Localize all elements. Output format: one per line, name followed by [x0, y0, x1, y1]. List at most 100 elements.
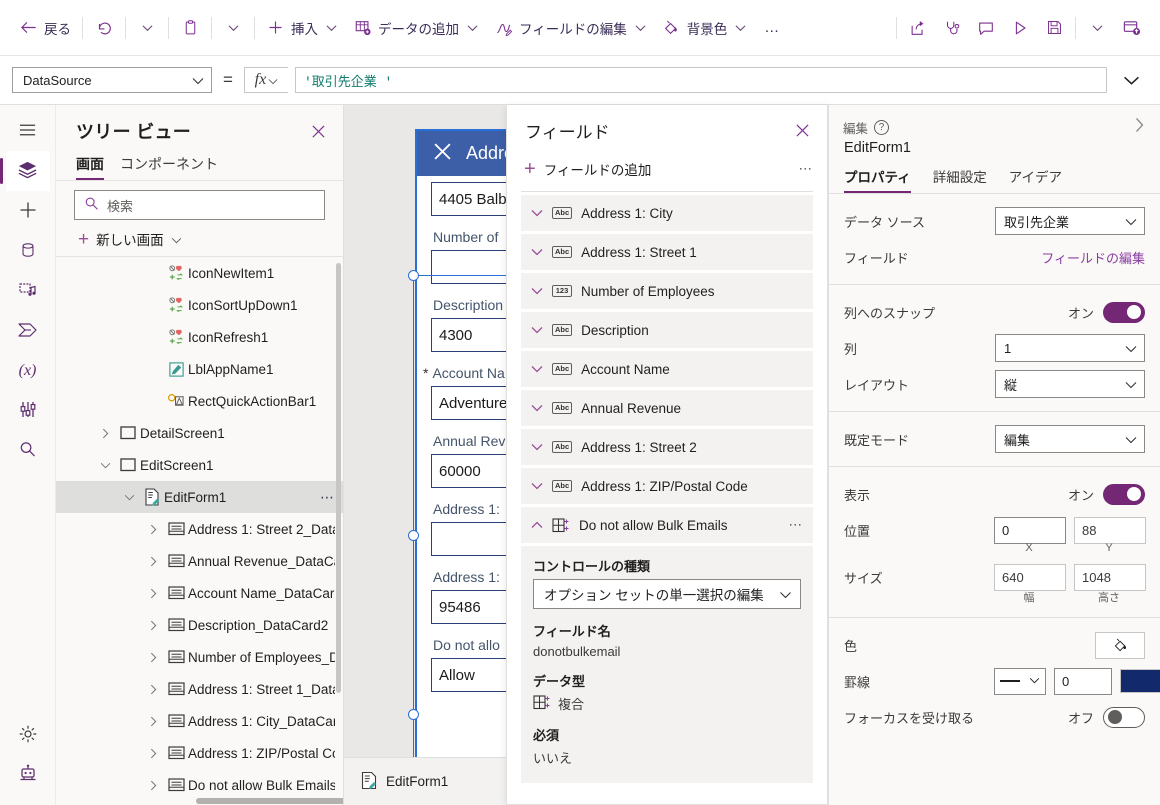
chevron-right-icon[interactable]: [142, 716, 164, 727]
field-list-item[interactable]: AbcAddress 1: ZIP/Postal Code: [521, 468, 813, 504]
tab-components[interactable]: コンポーネント: [120, 154, 218, 180]
chevron-down-icon[interactable]: [530, 404, 543, 412]
sidebar-item-media[interactable]: [6, 271, 50, 311]
field-list-item[interactable]: AbcAddress 1: Street 2: [521, 429, 813, 465]
sidebar-item-app-checker[interactable]: [6, 391, 50, 431]
close-fields-panel-button[interactable]: [791, 120, 813, 142]
tree-node[interactable]: EditForm1⋯: [56, 481, 343, 513]
formula-bar-expand[interactable]: [1114, 65, 1148, 95]
visible-toggle[interactable]: [1103, 484, 1145, 505]
preview-button[interactable]: [1003, 11, 1037, 45]
chevron-down-icon[interactable]: [530, 482, 543, 490]
chevron-right-icon[interactable]: [142, 748, 164, 759]
size-height-input[interactable]: 1048: [1074, 564, 1146, 591]
add-field-ellipsis[interactable]: ⋯: [799, 161, 814, 177]
chevron-right-icon[interactable]: [142, 652, 164, 663]
sidebar-item-tree-view[interactable]: [6, 151, 50, 191]
chevron-down-icon[interactable]: [530, 326, 543, 334]
add-data-button[interactable]: データの追加: [346, 11, 487, 45]
size-width-input[interactable]: 640: [994, 564, 1066, 591]
tree-node[interactable]: RectQuickActionBar1: [56, 385, 343, 417]
chevron-right-icon[interactable]: [142, 620, 164, 631]
resize-handle-middle[interactable]: [408, 530, 419, 541]
tree-node[interactable]: LblAppName1: [56, 353, 343, 385]
border-color-swatch[interactable]: [1120, 669, 1160, 693]
sidebar-item-variables[interactable]: (x): [6, 351, 50, 391]
paste-dropdown[interactable]: [216, 11, 250, 45]
fill-color-button[interactable]: [1095, 632, 1145, 659]
chevron-down-icon[interactable]: [530, 287, 543, 295]
chevron-right-icon[interactable]: [142, 684, 164, 695]
property-selector[interactable]: DataSource: [12, 67, 212, 93]
chevron-down-icon[interactable]: [118, 494, 140, 501]
tree-horizontal-scrollbar[interactable]: [196, 798, 343, 804]
resize-handle-top[interactable]: [408, 270, 419, 281]
tree-node[interactable]: IconNewItem1: [56, 257, 343, 289]
tree-node[interactable]: IconRefresh1: [56, 321, 343, 353]
border-style-select[interactable]: [994, 668, 1046, 695]
tree-node[interactable]: Address 1: Street 1_DataCard2: [56, 673, 343, 705]
close-tree-view-button[interactable]: [307, 120, 329, 142]
position-x-input[interactable]: 0: [994, 517, 1066, 544]
paste-button[interactable]: [173, 11, 207, 45]
chevron-down-icon[interactable]: [530, 443, 543, 451]
field-list-item[interactable]: Do not allow Bulk Emails⋯: [521, 507, 813, 543]
app-checker-button[interactable]: [935, 11, 969, 45]
chevron-down-icon[interactable]: [94, 462, 116, 469]
tree-node[interactable]: Account Name_DataCard2: [56, 577, 343, 609]
tree-node[interactable]: Description_DataCard2: [56, 609, 343, 641]
chevron-down-icon[interactable]: [530, 209, 543, 217]
copilot-button[interactable]: [6, 755, 50, 795]
save-dropdown[interactable]: [1080, 11, 1114, 45]
edit-fields-button[interactable]: フィールドの編集: [487, 11, 655, 45]
tree-vertical-scrollbar[interactable]: [336, 263, 341, 693]
settings-button[interactable]: [6, 715, 50, 755]
field-list-item[interactable]: AbcDescription: [521, 312, 813, 348]
snap-to-columns-toggle[interactable]: [1103, 302, 1145, 323]
control-type-select[interactable]: オプション セットの単一選択の編集: [533, 579, 801, 609]
tree-node[interactable]: DetailScreen1: [56, 417, 343, 449]
undo-button[interactable]: [87, 11, 121, 45]
search-input[interactable]: 検索: [74, 190, 325, 220]
save-button[interactable]: [1037, 11, 1071, 45]
border-width-input[interactable]: 0: [1054, 668, 1112, 695]
hamburger-menu-button[interactable]: [6, 111, 50, 151]
chevron-up-icon[interactable]: [530, 521, 543, 529]
focus-toggle[interactable]: [1103, 707, 1145, 728]
tree-node-more-button[interactable]: ⋯: [314, 489, 335, 506]
chevron-right-icon[interactable]: [142, 780, 164, 791]
chevron-right-icon[interactable]: [142, 556, 164, 567]
undo-dropdown[interactable]: [130, 11, 164, 45]
field-item-more-button[interactable]: ⋯: [789, 517, 804, 533]
back-button[interactable]: 戻る: [12, 11, 78, 45]
insert-button[interactable]: 挿入: [259, 11, 346, 45]
help-icon[interactable]: ?: [874, 120, 889, 135]
expand-panel-button[interactable]: [1133, 117, 1146, 137]
tree-node[interactable]: Do not allow Bulk Emails_DataCard6: [56, 769, 343, 801]
datasource-select[interactable]: 取引先企業: [995, 207, 1145, 235]
layout-select[interactable]: 縦: [995, 370, 1145, 398]
tab-properties[interactable]: プロパティ: [844, 166, 911, 193]
chevron-down-icon[interactable]: [530, 248, 543, 256]
tree-node[interactable]: Address 1: City_DataCard2: [56, 705, 343, 737]
default-mode-select[interactable]: 編集: [995, 425, 1145, 453]
sidebar-item-search[interactable]: [6, 431, 50, 471]
new-screen-button[interactable]: + 新しい画面: [56, 227, 343, 256]
close-icon[interactable]: [433, 142, 452, 166]
resize-handle-bottom[interactable]: [408, 709, 419, 720]
sidebar-item-power-automate[interactable]: [6, 311, 50, 351]
sidebar-item-insert[interactable]: [6, 191, 50, 231]
tree-node[interactable]: Address 1: ZIP/Postal Code_DataCard: [56, 737, 343, 769]
chevron-down-icon[interactable]: [530, 365, 543, 373]
field-list-item[interactable]: AbcAddress 1: Street 1: [521, 234, 813, 270]
formula-input[interactable]: '取引先企業 ': [295, 67, 1107, 93]
field-list-item[interactable]: AbcAccount Name: [521, 351, 813, 387]
position-y-input[interactable]: 88: [1074, 517, 1146, 544]
tree-node[interactable]: EditScreen1: [56, 449, 343, 481]
add-field-button[interactable]: + フィールドの追加 ⋯: [507, 151, 827, 191]
chevron-right-icon[interactable]: [142, 524, 164, 535]
tree-node[interactable]: Annual Revenue_DataCard2: [56, 545, 343, 577]
tree-node[interactable]: IconSortUpDown1: [56, 289, 343, 321]
columns-select[interactable]: 1: [995, 334, 1145, 362]
publish-button[interactable]: [1114, 11, 1148, 45]
